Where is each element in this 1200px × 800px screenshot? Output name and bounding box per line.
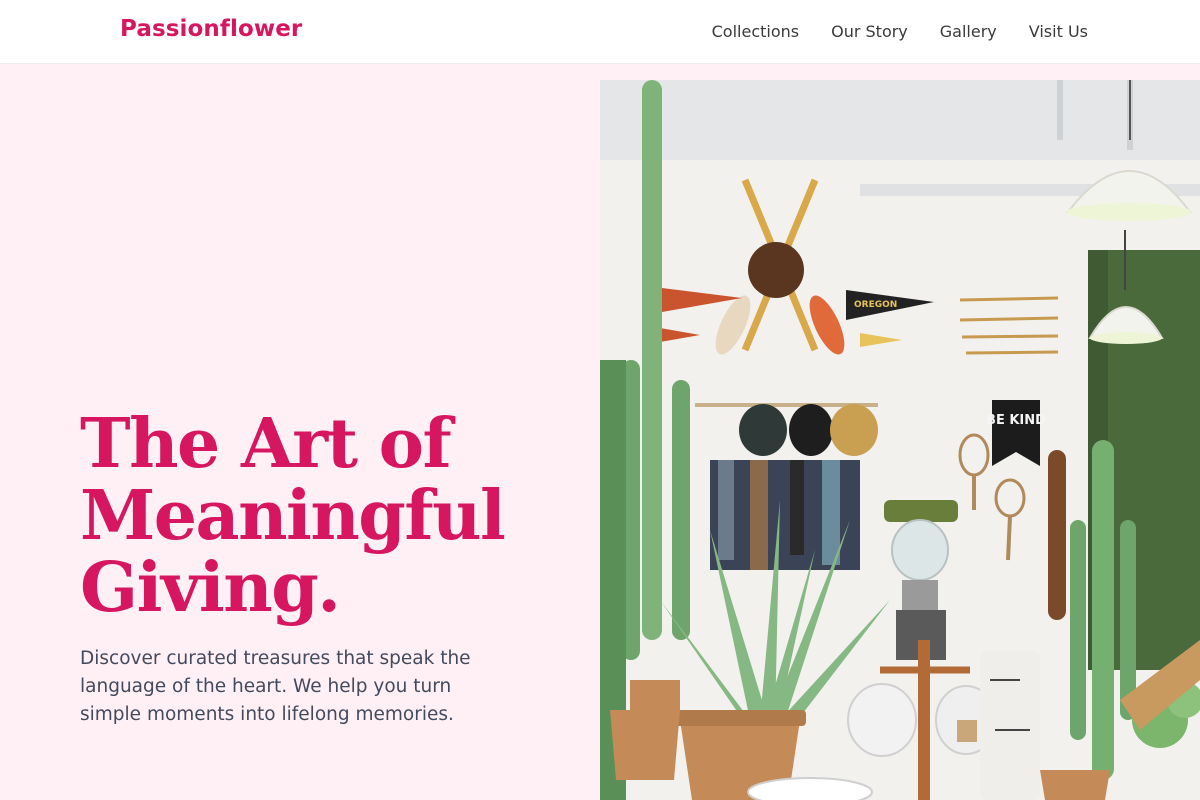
hero-image: OREGON BE KIND — [600, 80, 1200, 800]
nav-item-visit-us[interactable]: Visit Us — [1029, 20, 1088, 44]
nav-item-our-story[interactable]: Our Story — [831, 20, 908, 44]
pennant-text: OREGON — [854, 300, 897, 310]
hero-section: The Art of Meaningful Giving. Discover c… — [0, 65, 600, 800]
hero-subtitle: Discover curated treasures that speak th… — [80, 648, 471, 725]
hero-title: The Art of Meaningful Giving. — [80, 404, 506, 628]
main-nav: Collections Our Story Gallery Visit Us — [712, 20, 1088, 44]
brand-logo-link[interactable]: Passionflower — [120, 16, 302, 42]
nav-item-collections[interactable]: Collections — [712, 20, 799, 44]
site-header: Passionflower Collections Our Story Gall… — [0, 0, 1200, 64]
shop-interior-illustration: OREGON BE KIND — [600, 80, 1200, 800]
nav-item-gallery[interactable]: Gallery — [940, 20, 997, 44]
banner-text: BE KIND — [986, 413, 1046, 428]
